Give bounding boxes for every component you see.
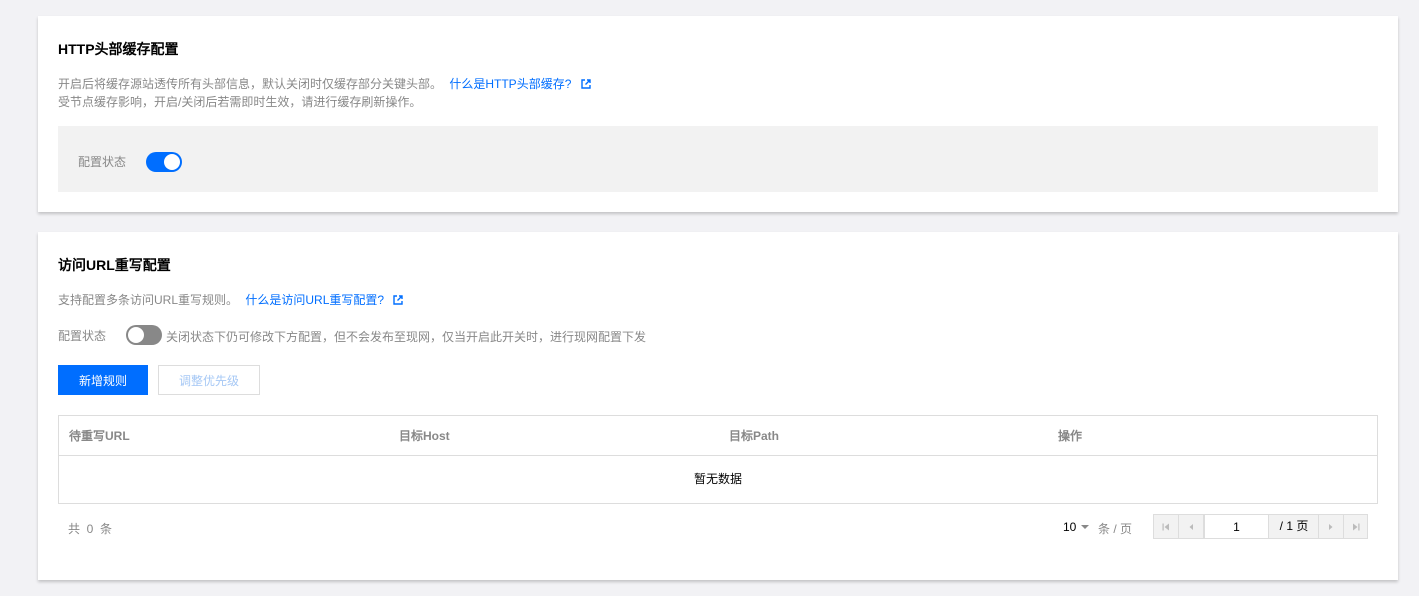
pagination-total: 共 0 条: [68, 522, 113, 536]
http-header-cache-status-switch[interactable]: [146, 152, 182, 172]
url-rewrite-status-label: 配置状态: [58, 329, 107, 343]
column-header-source-url: 待重写URL: [69, 429, 130, 443]
switch-knob: [164, 154, 180, 170]
first-page-button[interactable]: [1154, 515, 1179, 538]
url-rewrite-help-link-text[interactable]: 什么是访问URL重写配置?: [245, 293, 384, 307]
http-header-cache-desc-text: 开启后将缓存源站透传所有头部信息，默认关闭时仅缓存部分关键头部。: [58, 77, 443, 91]
column-header-target-path: 目标Path: [729, 429, 780, 443]
http-header-cache-title: HTTP头部缓存配置: [58, 41, 179, 57]
url-rewrite-desc-text: 支持配置多条访问URL重写规则。: [58, 293, 239, 307]
next-page-button[interactable]: [1318, 515, 1343, 538]
next-page-icon[interactable]: [1326, 522, 1336, 532]
last-page-icon[interactable]: [1351, 522, 1361, 532]
http-header-cache-card: HTTP头部缓存配置 开启后将缓存源站透传所有头部信息，默认关闭时仅缓存部分关键…: [38, 16, 1398, 212]
pager: / 1 页: [1153, 514, 1368, 539]
page-size-value[interactable]: 10: [1063, 520, 1076, 534]
url-rewrite-title: 访问URL重写配置: [58, 257, 171, 273]
http-header-cache-status-label: 配置状态: [78, 155, 127, 169]
http-header-cache-help-link[interactable]: 什么是HTTP头部缓存?: [449, 77, 591, 91]
per-page-label: 条 / 页: [1098, 522, 1133, 536]
external-link-icon[interactable]: [393, 295, 404, 305]
url-rewrite-card: 访问URL重写配置 支持配置多条访问URL重写规则。 什么是访问URL重写配置?…: [38, 232, 1398, 580]
chevron-down-icon[interactable]: [1081, 525, 1090, 529]
http-header-cache-desc-line2: 受节点缓存影响，开启/关闭后若需即时生效，请进行缓存刷新操作。: [58, 95, 422, 109]
http-header-cache-desc-line1: 开启后将缓存源站透传所有头部信息，默认关闭时仅缓存部分关键头部。 什么是HTTP…: [58, 75, 591, 93]
table-empty-text: 暂无数据: [693, 472, 742, 486]
prev-page-icon[interactable]: [1186, 522, 1196, 532]
column-header-actions: 操作: [1058, 429, 1083, 443]
http-header-cache-help-link-text[interactable]: 什么是HTTP头部缓存?: [449, 77, 571, 91]
switch-knob: [128, 327, 144, 343]
url-rewrite-status-hint: 关闭状态下仍可修改下方配置，但不会发布至现网，仅当开启此开关时，进行现网配置下发: [166, 330, 647, 344]
first-page-icon[interactable]: [1161, 522, 1171, 532]
prev-page-button[interactable]: [1179, 515, 1204, 538]
column-header-target-host: 目标Host: [399, 429, 450, 443]
url-rewrite-status-switch[interactable]: [126, 325, 162, 345]
page-size-select[interactable]: 10: [1063, 520, 1090, 534]
add-rule-button[interactable]: 新增规则: [58, 365, 148, 395]
last-page-button[interactable]: [1343, 515, 1368, 538]
table-header: 待重写URL 目标Host 目标Path 操作: [59, 416, 1377, 456]
page-number-input[interactable]: [1204, 514, 1269, 539]
external-link-icon[interactable]: [581, 79, 591, 89]
page-of-total: / 1 页: [1279, 519, 1309, 533]
url-rewrite-desc: 支持配置多条访问URL重写规则。 什么是访问URL重写配置?: [58, 291, 404, 309]
url-rewrite-table: 待重写URL 目标Host 目标Path 操作 暂无数据: [58, 415, 1378, 504]
adjust-priority-button[interactable]: 调整优先级: [158, 365, 260, 395]
url-rewrite-help-link[interactable]: 什么是访问URL重写配置?: [245, 293, 404, 307]
http-header-cache-status-panel: 配置状态: [58, 126, 1378, 192]
